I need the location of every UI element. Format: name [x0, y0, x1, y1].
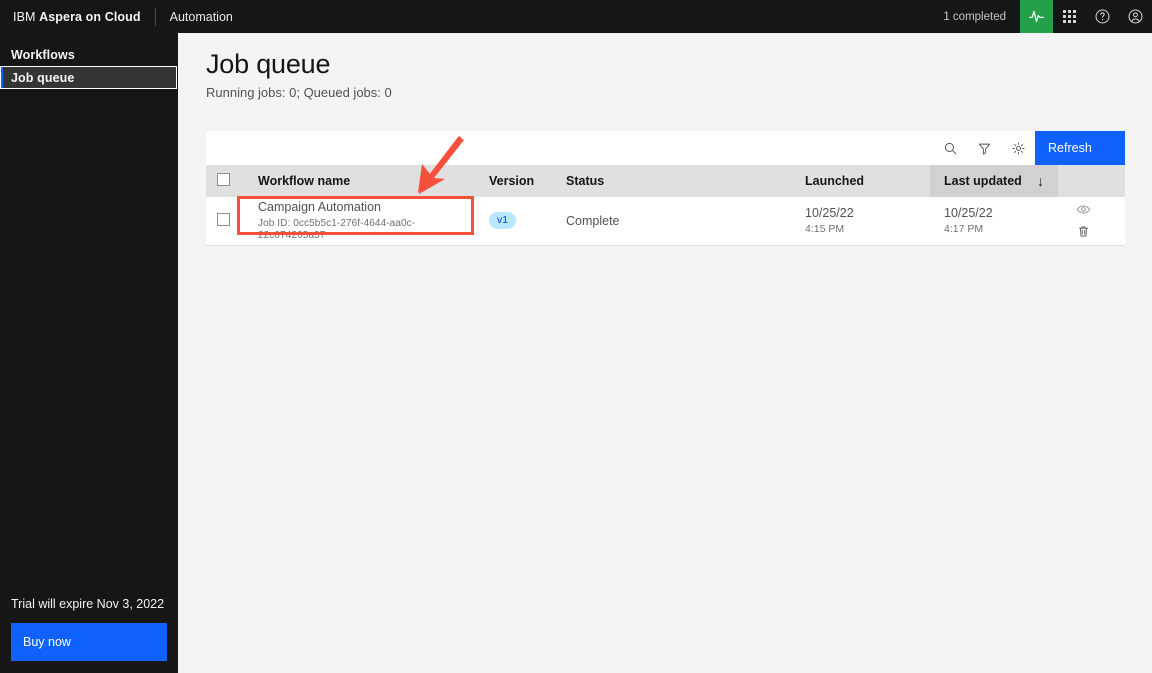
table-row[interactable]: Campaign Automation Job ID: 0cc5b5c1-276… [206, 197, 1125, 246]
activity-icon[interactable] [1020, 0, 1053, 33]
user-avatar-icon[interactable] [1119, 0, 1152, 33]
sort-descending-arrow-icon: ↓ [1037, 173, 1044, 189]
column-header-launched[interactable]: Launched [791, 165, 930, 197]
row-actions-cell [1058, 197, 1125, 246]
top-header-bar: IBM Aspera on Cloud Automation 1 complet… [0, 0, 1152, 33]
product-brand[interactable]: IBM Aspera on Cloud [0, 10, 141, 24]
sidebar-item-job-queue[interactable]: Job queue [0, 66, 177, 89]
job-id-text: Job ID: 0cc5b5c1-276f-4644-aa0c-22c07420… [258, 217, 416, 241]
trial-expiry-text: Trial will expire Nov 3, 2022 [11, 597, 165, 611]
version-badge: v1 [489, 212, 517, 230]
version-cell: v1 [475, 197, 552, 246]
buy-now-button[interactable]: Buy now [11, 623, 167, 661]
page-header: Job queue Running jobs: 0; Queued jobs: … [178, 33, 1152, 114]
app-root: IBM Aspera on Cloud Automation 1 complet… [0, 0, 1152, 673]
filter-funnel-icon[interactable] [967, 131, 1001, 165]
last-updated-cell: 10/25/22 4:17 PM [930, 197, 1058, 246]
updated-time: 4:17 PM [944, 223, 984, 236]
status-cell: Complete [552, 197, 791, 246]
settings-gear-icon[interactable] [1001, 131, 1035, 165]
eye-view-icon[interactable] [1072, 199, 1094, 221]
trash-delete-icon[interactable] [1072, 221, 1094, 243]
table-body: Campaign Automation Job ID: 0cc5b5c1-276… [206, 197, 1125, 246]
page-title: Job queue [206, 49, 331, 79]
refresh-button[interactable]: Refresh [1035, 131, 1125, 165]
updated-date: 10/25/22 [944, 206, 993, 221]
brand-name: Aspera on Cloud [39, 9, 141, 24]
row-select-checkbox[interactable] [217, 212, 230, 226]
launched-time: 4:15 PM [805, 223, 845, 236]
column-header-last-updated-label: Last updated [944, 174, 1022, 188]
column-header-actions [1058, 165, 1125, 197]
column-header-version[interactable]: Version [475, 165, 552, 197]
left-sidebar: Workflows Job queue Trial will expire No… [0, 33, 178, 673]
column-header-last-updated[interactable]: Last updated ↓ [930, 165, 1058, 197]
row-select-cell [206, 197, 244, 246]
search-icon[interactable] [933, 131, 967, 165]
sidebar-item-label: Workflows [11, 47, 75, 62]
table-header-row: Workflow name Version Status Launched La… [206, 165, 1125, 197]
app-switcher-grid-icon[interactable] [1053, 0, 1086, 33]
workflow-name-cell[interactable]: Campaign Automation Job ID: 0cc5b5c1-276… [244, 197, 475, 246]
completed-count-status: 1 completed [943, 10, 1006, 23]
select-all-header [206, 165, 244, 197]
jobs-table-card: Refresh Workflow name Version Status Lau… [206, 131, 1125, 246]
table-toolbar: Refresh [206, 131, 1125, 165]
launched-cell: 10/25/22 4:15 PM [791, 197, 930, 246]
workflow-name-text: Campaign Automation [258, 199, 381, 214]
jobs-table: Workflow name Version Status Launched La… [206, 165, 1125, 246]
app-name-link[interactable]: Automation [170, 10, 233, 24]
main-content: Job queue Running jobs: 0; Queued jobs: … [178, 33, 1152, 673]
sidebar-item-label: Job queue [11, 70, 75, 85]
header-divider [154, 7, 156, 26]
brand-prefix: IBM [13, 9, 36, 24]
help-circle-icon[interactable] [1086, 0, 1119, 33]
column-header-status[interactable]: Status [552, 165, 791, 197]
sidebar-item-workflows[interactable]: Workflows [0, 43, 178, 66]
page-subtitle: Running jobs: 0; Queued jobs: 0 [206, 85, 392, 100]
table-header: Workflow name Version Status Launched La… [206, 165, 1125, 197]
launched-date: 10/25/22 [805, 206, 854, 221]
header-right-cluster: 1 completed [943, 0, 1152, 33]
select-all-checkbox[interactable] [217, 173, 230, 186]
trial-banner: Trial will expire Nov 3, 2022 Buy now [0, 597, 178, 673]
column-header-workflow-name[interactable]: Workflow name [244, 165, 475, 197]
